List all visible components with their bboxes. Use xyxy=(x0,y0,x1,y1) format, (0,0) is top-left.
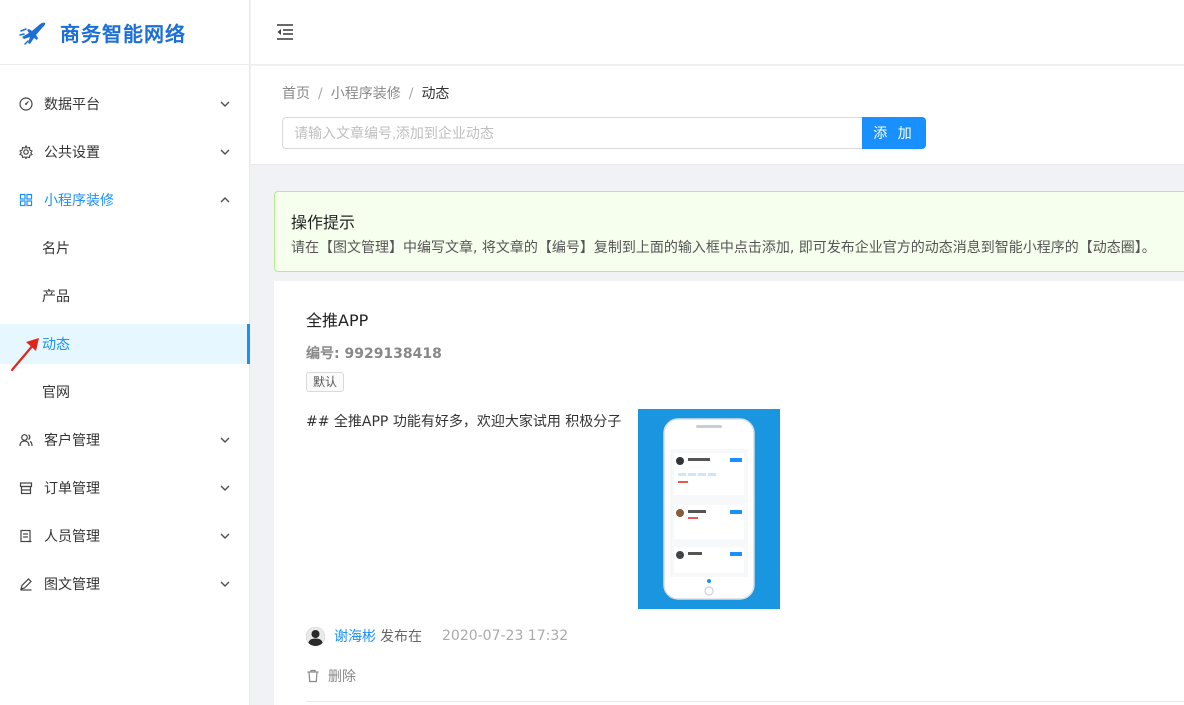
gear-icon xyxy=(18,144,34,160)
chevron-down-icon xyxy=(220,149,230,156)
divider xyxy=(306,701,1184,702)
post-image[interactable] xyxy=(638,409,780,609)
avatar xyxy=(306,626,325,646)
sidebar-item-business-card[interactable]: 名片 xyxy=(0,224,250,272)
breadcrumb-parent[interactable]: 小程序装修 xyxy=(331,86,401,102)
sidebar: 商务智能网络 数据平台 公共设置 小程序装修 名片 产品 动态 官网 客户管理 … xyxy=(0,0,250,705)
post-title: 全推APP xyxy=(306,311,369,330)
operation-tip-alert: 操作提示 请在【图文管理】中编写文章, 将文章的【编号】复制到上面的输入框中点击… xyxy=(274,191,1184,272)
menu-fold-icon[interactable] xyxy=(275,22,295,42)
menu-item-public-settings[interactable]: 公共设置 xyxy=(0,128,250,176)
menu-label: 小程序装修 xyxy=(44,193,114,209)
red-annotation-arrow-icon xyxy=(10,338,39,372)
id-card-icon xyxy=(18,528,34,544)
article-code-input[interactable] xyxy=(282,117,862,149)
sidebar-item-products[interactable]: 产品 xyxy=(0,272,250,320)
delete-button[interactable]: 删除 xyxy=(306,666,356,686)
shop-icon xyxy=(18,480,34,496)
tip-title: 操作提示 xyxy=(291,213,356,232)
menu-label: 公共设置 xyxy=(44,145,100,161)
author-name[interactable]: 谢海彬 xyxy=(334,626,376,646)
menu-item-staff[interactable]: 人员管理 xyxy=(0,512,250,560)
breadcrumb-separator: / xyxy=(408,86,414,102)
menu-label: 人员管理 xyxy=(44,529,100,545)
airplane-icon xyxy=(19,22,46,45)
users-icon xyxy=(18,432,34,448)
menu-item-orders[interactable]: 订单管理 xyxy=(0,464,250,512)
breadcrumb-separator: / xyxy=(318,86,323,102)
sidebar-item-website[interactable]: 官网 xyxy=(0,368,250,416)
grid-icon xyxy=(18,192,34,208)
author-row: 谢海彬 发布在 2020-07-23 17:32 xyxy=(306,626,568,646)
published-label: 发布在 xyxy=(380,629,422,645)
publish-time: 2020-07-23 17:32 xyxy=(442,628,569,644)
post-body: ## 全推APP 功能有好多，欢迎大家试用 积极分子 xyxy=(306,414,622,430)
chevron-down-icon xyxy=(220,437,230,444)
menu-label: 订单管理 xyxy=(44,481,100,497)
menu-label: 数据平台 xyxy=(44,97,100,113)
menu-label: 图文管理 xyxy=(44,577,100,593)
pen-icon xyxy=(18,576,34,592)
chevron-up-icon xyxy=(220,196,230,203)
chevron-down-icon xyxy=(220,101,230,108)
add-button[interactable]: 添 加 xyxy=(862,117,926,149)
menu-item-graphics[interactable]: 图文管理 xyxy=(0,560,250,608)
menu-item-data-platform[interactable]: 数据平台 xyxy=(0,80,250,128)
page-header: 首页 / 小程序装修 / 动态 添 加 xyxy=(251,66,1184,165)
article-code-form: 添 加 xyxy=(282,117,926,149)
post-tag: 默认 xyxy=(306,372,345,392)
top-header xyxy=(251,0,1184,65)
logo[interactable]: 商务智能网络 xyxy=(0,0,249,65)
chevron-down-icon xyxy=(220,485,230,492)
trash-icon xyxy=(307,669,319,683)
breadcrumb: 首页 / 小程序装修 / 动态 xyxy=(282,83,449,103)
chevron-down-icon xyxy=(220,533,230,540)
breadcrumb-home[interactable]: 首页 xyxy=(282,86,310,102)
app-title: 商务智能网络 xyxy=(60,21,186,46)
menu-item-customers[interactable]: 客户管理 xyxy=(0,416,250,464)
tip-description: 请在【图文管理】中编写文章, 将文章的【编号】复制到上面的输入框中点击添加, 即… xyxy=(291,240,1156,256)
delete-label: 删除 xyxy=(328,669,356,685)
menu-item-miniprogram-decor[interactable]: 小程序装修 xyxy=(0,176,250,224)
post-card: 全推APP 编号: 9929138418 默认 ## 全推APP 功能有好多，欢… xyxy=(274,281,1184,705)
chevron-down-icon xyxy=(220,581,230,588)
menu-label: 客户管理 xyxy=(44,433,100,449)
breadcrumb-current: 动态 xyxy=(421,86,450,102)
dashboard-icon xyxy=(18,96,34,112)
post-code: 编号: 9929138418 xyxy=(306,346,442,362)
